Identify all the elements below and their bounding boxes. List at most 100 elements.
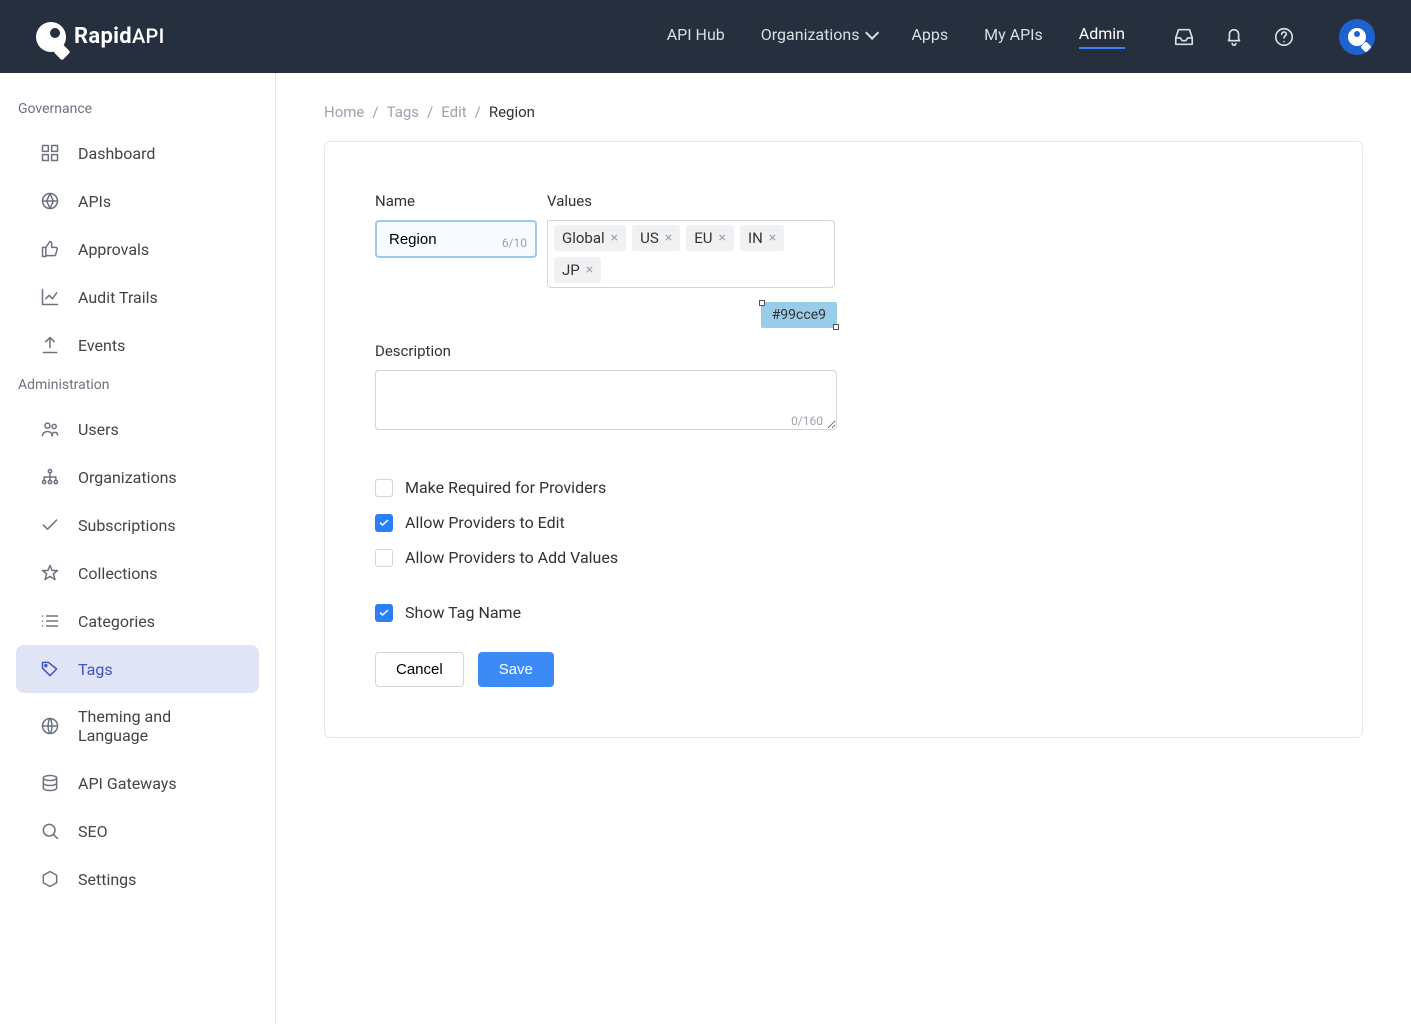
checkbox-label: Allow Providers to Edit	[405, 513, 565, 532]
checkbox-label: Make Required for Providers	[405, 478, 606, 497]
value-chip: Global ×	[554, 225, 626, 251]
values-input[interactable]: Global×US×EU×IN×JP×	[547, 220, 835, 288]
save-button[interactable]: Save	[478, 652, 554, 687]
remove-chip-icon[interactable]: ×	[719, 230, 726, 246]
sidebar-item-theming-and-language[interactable]: Theming and Language	[16, 693, 259, 759]
sidebar-item-settings[interactable]: Settings	[16, 855, 259, 903]
value-chip: IN×	[740, 225, 784, 251]
sidebar-item-label: Settings	[78, 870, 136, 889]
name-label: Name	[375, 192, 537, 210]
checkmark-icon	[378, 607, 390, 619]
checkmark-icon	[378, 517, 390, 529]
value-chip: JP ×	[554, 257, 601, 283]
checkbox[interactable]	[375, 514, 393, 532]
sidebar-item-users[interactable]: Users	[16, 405, 259, 453]
star-icon	[40, 563, 60, 583]
sidebar-item-approvals[interactable]: Approvals	[16, 225, 259, 273]
sidebar: Governance Dashboard APIs Approvals Audit Tr…	[0, 73, 276, 1024]
nav-link-admin[interactable]: Admin	[1079, 24, 1125, 49]
sidebar-item-categories[interactable]: Categories	[16, 597, 259, 645]
hex-icon	[40, 869, 60, 889]
brand-name: RapidAPI	[74, 24, 165, 49]
sidebar-item-label: Tags	[78, 660, 113, 679]
breadcrumb-tags[interactable]: Tags	[387, 103, 419, 121]
primary-nav: API Hub Organizations Apps My APIs Admin	[667, 24, 1125, 49]
globe-icon	[40, 716, 60, 736]
help-icon[interactable]	[1273, 26, 1295, 48]
chip-label: US	[640, 229, 659, 247]
bell-icon[interactable]	[1223, 26, 1245, 48]
sidebar-item-collections[interactable]: Collections	[16, 549, 259, 597]
thumbs-up-icon	[40, 239, 60, 259]
value-chip: US ×	[632, 225, 680, 251]
nav-utility-icons	[1173, 19, 1375, 55]
remove-chip-icon[interactable]: ×	[665, 230, 672, 246]
sidebar-item-label: Audit Trails	[78, 288, 158, 307]
checkbox[interactable]	[375, 479, 393, 497]
upload-icon	[40, 335, 60, 355]
sidebar-item-label: Theming and Language	[78, 707, 235, 745]
sidebar-item-label: SEO	[78, 822, 108, 841]
remove-chip-icon[interactable]: ×	[586, 262, 593, 278]
checkbox-row: Make Required for Providers	[375, 478, 1312, 497]
sidebar-item-seo[interactable]: SEO	[16, 807, 259, 855]
checkbox-row: Allow Providers to Edit	[375, 513, 1312, 532]
remove-chip-icon[interactable]: ×	[769, 230, 776, 246]
top-navigation: RapidAPI API Hub Organizations Apps My APIs…	[0, 0, 1411, 73]
remove-chip-icon[interactable]: ×	[611, 230, 618, 246]
tree-icon	[40, 467, 60, 487]
sidebar-item-audit-trails[interactable]: Audit Trails	[16, 273, 259, 321]
chip-label: EU	[694, 229, 712, 247]
sidebar-item-label: Categories	[78, 612, 155, 631]
checkbox[interactable]	[375, 549, 393, 567]
breadcrumb-home[interactable]: Home	[324, 103, 364, 121]
cancel-button[interactable]: Cancel	[375, 652, 464, 687]
sidebar-item-dashboard[interactable]: Dashboard	[16, 129, 259, 177]
nav-link-api-hub[interactable]: API Hub	[667, 25, 725, 48]
description-input[interactable]	[375, 370, 837, 430]
chevron-down-icon	[866, 25, 880, 39]
breadcrumb-edit[interactable]: Edit	[441, 103, 466, 121]
sidebar-item-label: Users	[78, 420, 119, 439]
sidebar-item-label: Events	[78, 336, 125, 355]
chip-label: JP	[562, 261, 580, 279]
value-chip: EU ×	[686, 225, 734, 251]
sidebar-item-api-gateways[interactable]: API Gateways	[16, 759, 259, 807]
breadcrumb-region: Region	[489, 103, 535, 121]
nav-link-apps[interactable]: Apps	[911, 25, 948, 48]
sidebar-group-label: Governance	[0, 93, 275, 129]
nav-link-my-apis[interactable]: My APIs	[984, 25, 1043, 48]
name-char-count: 6/10	[502, 236, 527, 250]
breadcrumb: Home/Tags/Edit/Region	[324, 103, 1363, 121]
nav-link-organizations[interactable]: Organizations	[761, 25, 876, 48]
values-label: Values	[547, 192, 835, 210]
sidebar-group-label: Administration	[0, 369, 275, 405]
chip-label: Global	[562, 229, 605, 247]
checkbox[interactable]	[375, 604, 393, 622]
sidebar-item-apis[interactable]: APIs	[16, 177, 259, 225]
description-char-count: 0/160	[791, 414, 823, 428]
sidebar-item-label: Organizations	[78, 468, 177, 487]
edit-tag-form: Name 6/10 Values Global×US×EU×IN×JP× #99…	[324, 141, 1363, 738]
sidebar-item-label: Collections	[78, 564, 158, 583]
checkbox-row: Show Tag Name	[375, 603, 1312, 622]
checkbox-label: Show Tag Name	[405, 603, 521, 622]
sidebar-item-events[interactable]: Events	[16, 321, 259, 369]
sidebar-item-organizations[interactable]: Organizations	[16, 453, 259, 501]
check-icon	[40, 515, 60, 535]
sidebar-item-subscriptions[interactable]: Subscriptions	[16, 501, 259, 549]
sidebar-item-label: Dashboard	[78, 144, 155, 163]
database-icon	[40, 773, 60, 793]
inbox-icon[interactable]	[1173, 26, 1195, 48]
grid-icon	[40, 143, 60, 163]
checkbox-label: Allow Providers to Add Values	[405, 548, 618, 567]
list-icon	[40, 611, 60, 631]
logo-mark-icon	[36, 22, 66, 52]
sidebar-item-label: APIs	[78, 192, 111, 211]
sidebar-item-tags[interactable]: Tags	[16, 645, 259, 693]
avatar[interactable]	[1339, 19, 1375, 55]
main-content: Home/Tags/Edit/Region Name 6/10 Values G…	[276, 73, 1411, 1024]
brand-logo[interactable]: RapidAPI	[36, 22, 165, 52]
sidebar-item-label: Subscriptions	[78, 516, 176, 535]
color-swatch[interactable]: #99cce9	[761, 302, 837, 328]
